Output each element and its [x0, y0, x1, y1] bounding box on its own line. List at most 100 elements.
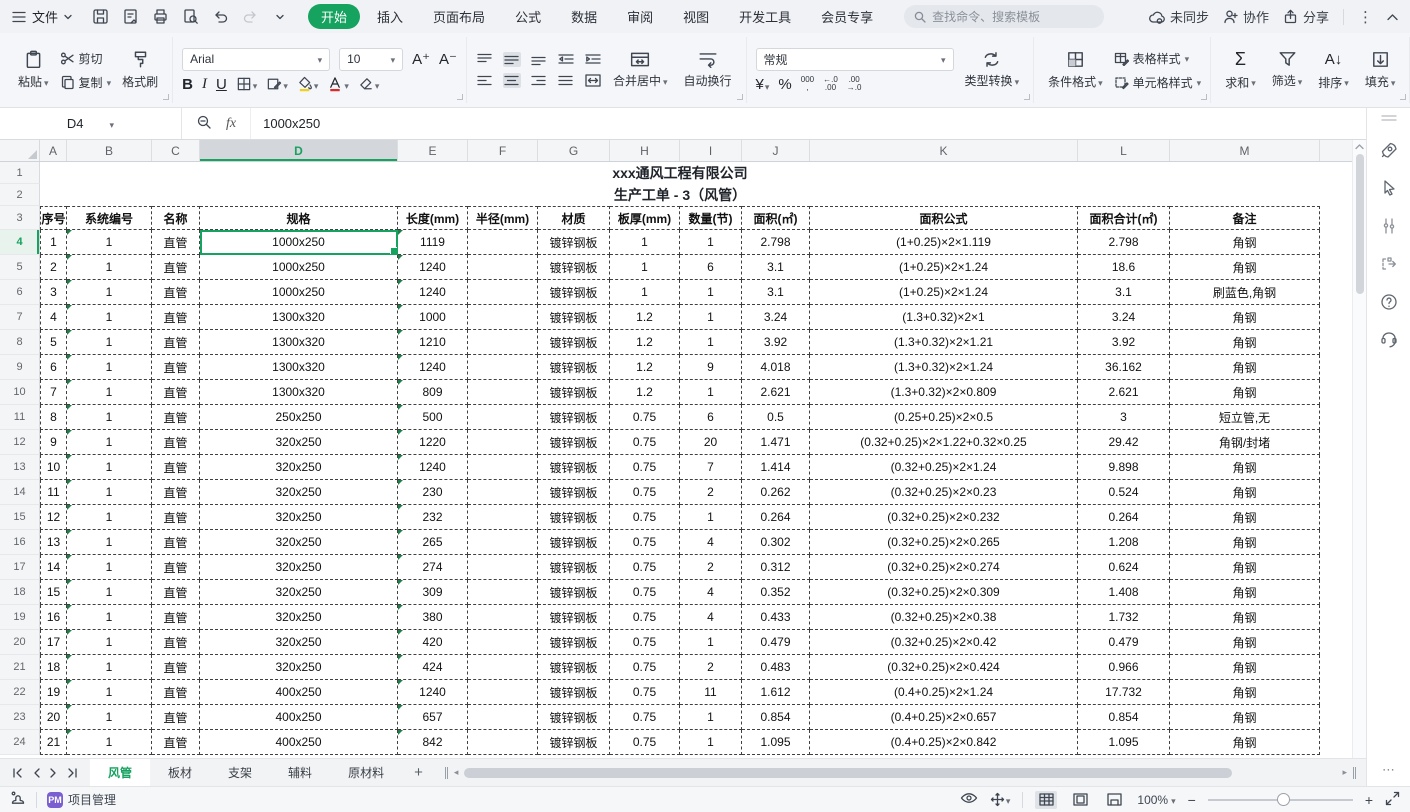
filter-button[interactable]: 筛选	[1267, 49, 1308, 91]
row-header-2[interactable]: 2	[0, 184, 40, 206]
page-layout-view-button[interactable]	[1069, 791, 1091, 809]
borders-button[interactable]	[236, 76, 258, 92]
cell-J23[interactable]: 0.854	[742, 705, 810, 730]
cell-J22[interactable]: 1.612	[742, 680, 810, 705]
cell-D8[interactable]: 1300x320	[200, 330, 398, 355]
ribbon-tab-会员专享[interactable]: 会员专享	[808, 4, 886, 29]
row-header-23[interactable]: 23	[0, 705, 40, 730]
cell-F24[interactable]	[468, 730, 538, 755]
cell-L22[interactable]: 17.732	[1078, 680, 1170, 705]
cell-G4[interactable]: 镀锌钢板	[538, 230, 610, 255]
cell-H20[interactable]: 0.75	[610, 630, 680, 655]
zoom-level-select[interactable]: 100%	[1137, 793, 1175, 807]
cell-J16[interactable]: 0.302	[742, 530, 810, 555]
col-header-G[interactable]: G	[538, 140, 610, 161]
cell-B22[interactable]: 1	[67, 680, 152, 705]
cell-D9[interactable]: 1300x320	[200, 355, 398, 380]
cell-G15[interactable]: 镀锌钢板	[538, 505, 610, 530]
header-cell-D3[interactable]: 规格	[200, 206, 398, 230]
formula-input[interactable]: 1000x250	[251, 116, 320, 131]
cell-G24[interactable]: 镀锌钢板	[538, 730, 610, 755]
cell-C16[interactable]: 直管	[152, 530, 200, 555]
header-cell-E3[interactable]: 长度(mm)	[398, 206, 468, 230]
scroll-left-icon[interactable]: ◂	[454, 767, 459, 778]
row-header-22[interactable]: 22	[0, 680, 40, 705]
row-header-13[interactable]: 13	[0, 455, 40, 480]
cell-K12[interactable]: (0.32+0.25)×2×1.22+0.32×0.25	[810, 430, 1078, 455]
row-header-24[interactable]: 24	[0, 730, 40, 755]
align-center-button[interactable]	[503, 73, 521, 88]
last-sheet-icon[interactable]	[67, 768, 78, 778]
cell-I9[interactable]: 9	[680, 355, 742, 380]
ribbon-tab-数据[interactable]: 数据	[558, 4, 610, 29]
cell-K7[interactable]: (1.3+0.32)×2×1	[810, 305, 1078, 330]
cell-D18[interactable]: 320x250	[200, 580, 398, 605]
cell-C10[interactable]: 直管	[152, 380, 200, 405]
cell-C22[interactable]: 直管	[152, 680, 200, 705]
cell-B11[interactable]: 1	[67, 405, 152, 430]
cell-H9[interactable]: 1.2	[610, 355, 680, 380]
cell-D6[interactable]: 1000x250	[200, 280, 398, 305]
cell-E9[interactable]: 1240	[398, 355, 468, 380]
thousands-format-button[interactable]: 000,	[801, 76, 814, 92]
cell-J20[interactable]: 0.479	[742, 630, 810, 655]
eye-protection-icon[interactable]	[960, 791, 978, 808]
col-header-F[interactable]: F	[468, 140, 538, 161]
command-search-input[interactable]: 查找命令、搜索模板	[904, 5, 1104, 28]
cell-A19[interactable]: 16	[40, 605, 67, 630]
cell-L10[interactable]: 2.621	[1078, 380, 1170, 405]
distribute-button[interactable]	[584, 73, 602, 88]
cell-A21[interactable]: 18	[40, 655, 67, 680]
row-header-8[interactable]: 8	[0, 330, 40, 355]
col-header-K[interactable]: K	[810, 140, 1078, 161]
cell-F8[interactable]	[468, 330, 538, 355]
cell-G11[interactable]: 镀锌钢板	[538, 405, 610, 430]
cell-E11[interactable]: 500	[398, 405, 468, 430]
cell-K24[interactable]: (0.4+0.25)×2×0.842	[810, 730, 1078, 755]
cell-L7[interactable]: 3.24	[1078, 305, 1170, 330]
fx-icon[interactable]: fx	[226, 116, 236, 132]
cell-D23[interactable]: 400x250	[200, 705, 398, 730]
cell-G18[interactable]: 镀锌钢板	[538, 580, 610, 605]
select-cursor-icon[interactable]	[1379, 178, 1399, 198]
cell-L8[interactable]: 3.92	[1078, 330, 1170, 355]
bold-button[interactable]: B	[182, 76, 193, 93]
vertical-scroll-thumb[interactable]	[1356, 154, 1364, 294]
cell-E10[interactable]: 809	[398, 380, 468, 405]
quick-access-more-icon[interactable]	[270, 7, 290, 27]
ribbon-tab-页面布局[interactable]: 页面布局	[420, 4, 498, 29]
number-format-select[interactable]: 常规	[756, 48, 954, 71]
cell-M6[interactable]: 刷蓝色,角钢	[1170, 280, 1320, 305]
cell-M16[interactable]: 角钢	[1170, 530, 1320, 555]
cell-L14[interactable]: 0.524	[1078, 480, 1170, 505]
cell-G20[interactable]: 镀锌钢板	[538, 630, 610, 655]
cell-D10[interactable]: 1300x320	[200, 380, 398, 405]
cell-D13[interactable]: 320x250	[200, 455, 398, 480]
cell-A10[interactable]: 7	[40, 380, 67, 405]
cell-I6[interactable]: 1	[680, 280, 742, 305]
cell-H21[interactable]: 0.75	[610, 655, 680, 680]
cell-M17[interactable]: 角钢	[1170, 555, 1320, 580]
cell-J21[interactable]: 0.483	[742, 655, 810, 680]
cell-B20[interactable]: 1	[67, 630, 152, 655]
cell-J24[interactable]: 1.095	[742, 730, 810, 755]
cell-A24[interactable]: 21	[40, 730, 67, 755]
cell-I7[interactable]: 1	[680, 305, 742, 330]
cell-D12[interactable]: 320x250	[200, 430, 398, 455]
cell-G13[interactable]: 镀锌钢板	[538, 455, 610, 480]
sheet-tab-风管[interactable]: 风管	[90, 759, 150, 786]
page-break-view-button[interactable]	[1103, 791, 1125, 809]
header-cell-G3[interactable]: 材质	[538, 206, 610, 230]
cell-D4[interactable]: 1000x250	[200, 230, 398, 255]
cell-H14[interactable]: 0.75	[610, 480, 680, 505]
font-size-select[interactable]: 10	[339, 48, 403, 71]
cell-F10[interactable]	[468, 380, 538, 405]
cell-M10[interactable]: 角钢	[1170, 380, 1320, 405]
cell-A15[interactable]: 12	[40, 505, 67, 530]
paste-button[interactable]: 粘贴	[13, 48, 54, 92]
sidebar-more-icon[interactable]: ⋯	[1382, 762, 1395, 778]
cell-I13[interactable]: 7	[680, 455, 742, 480]
select-all-corner[interactable]	[0, 140, 40, 161]
row-header-17[interactable]: 17	[0, 555, 40, 580]
header-cell-H3[interactable]: 板厚(mm)	[610, 206, 680, 230]
